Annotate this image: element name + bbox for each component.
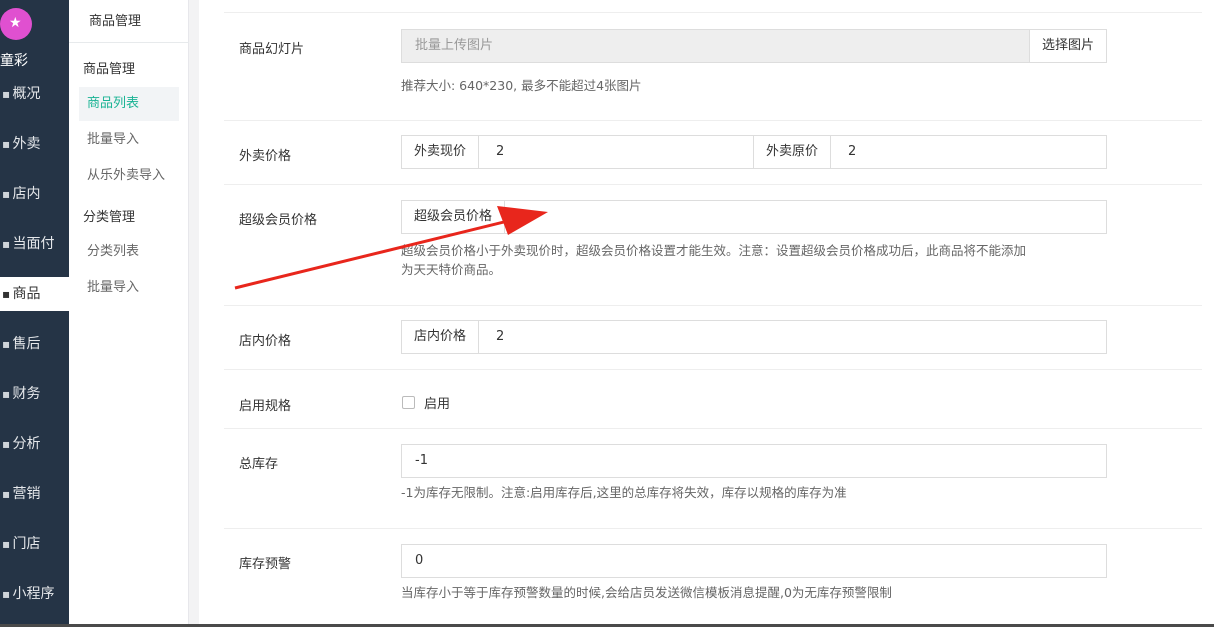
annotation-arrow-icon [234,206,548,290]
